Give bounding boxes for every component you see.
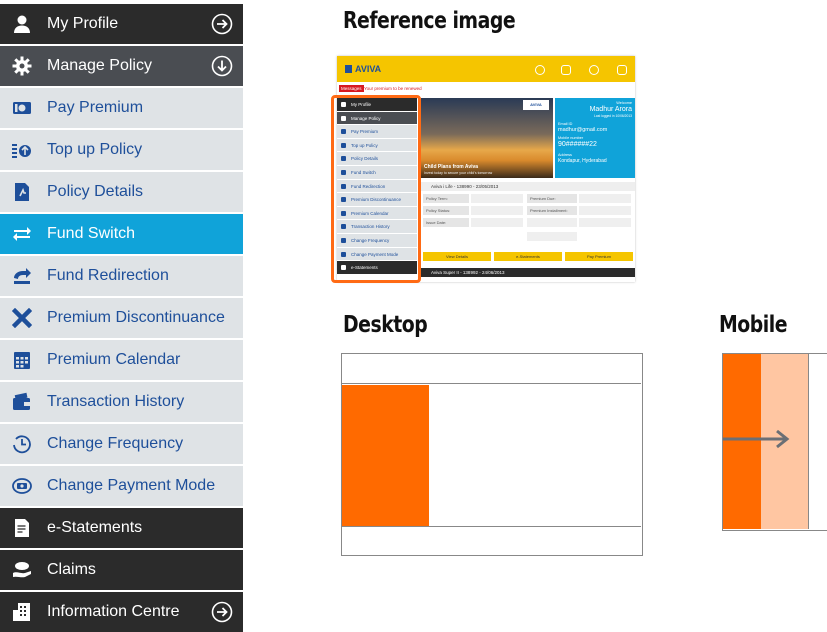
sidebar-item-policy-details[interactable]: Policy Details bbox=[0, 172, 243, 212]
sidebar-item-information-centre[interactable]: Information Centre bbox=[0, 592, 243, 632]
desktop-sidebar-block bbox=[342, 385, 429, 526]
document-icon bbox=[12, 182, 32, 202]
sidebar-item-label: Claims bbox=[47, 561, 96, 578]
aviva-logo: AVIVA bbox=[345, 64, 381, 74]
sidebar-item-top-up-policy[interactable]: Top up Policy bbox=[0, 130, 243, 170]
payment-mode-icon bbox=[12, 476, 32, 496]
desktop-footer-block bbox=[342, 526, 641, 555]
policy-panel: Aviva i Life - 138990 - 23/05/2013 Polic… bbox=[421, 182, 635, 282]
message-text: Your premium to be renewed bbox=[364, 86, 422, 91]
sidebar-item-label: e-Statements bbox=[47, 519, 143, 536]
building-icon bbox=[12, 602, 32, 622]
sidebar-item-label: Transaction History bbox=[47, 393, 185, 410]
redirect-icon bbox=[12, 266, 32, 286]
sidebar-item-label: Manage Policy bbox=[47, 57, 152, 74]
sidebar-item-change-frequency[interactable]: Change Frequency bbox=[0, 424, 243, 464]
policy-title-2: Aviva Super II - 138992 - 24/06/2013 bbox=[421, 268, 635, 277]
gear-icon bbox=[12, 56, 32, 76]
arrow-right-circle-icon[interactable] bbox=[211, 13, 233, 35]
view-details-button: View Details bbox=[423, 252, 491, 261]
sidebar-item-my-profile[interactable]: My Profile bbox=[0, 4, 243, 44]
sidebar-item-label: Premium Calendar bbox=[47, 351, 181, 368]
banner-subtitle: Invest today to secure your child's tomo… bbox=[424, 171, 493, 175]
sidebar-menu: My Profile Manage Policy Pay Premium Top… bbox=[0, 0, 243, 632]
sidebar-item-label: Policy Details bbox=[47, 183, 144, 200]
cash-icon bbox=[12, 98, 32, 118]
clock-icon bbox=[12, 434, 32, 454]
arrow-right-circle-icon[interactable] bbox=[211, 601, 233, 623]
banner-logo: AVIVA bbox=[523, 100, 549, 110]
sidebar-item-label: Change Frequency bbox=[47, 435, 184, 452]
sidebar-item-label: Fund Redirection bbox=[47, 267, 169, 284]
mobile-heading: Mobile bbox=[719, 312, 787, 338]
e-statements-button: e-Statements bbox=[494, 252, 562, 261]
user-icon bbox=[12, 14, 32, 34]
welcome-panel: Welcome Madhur Arora Last logged in 10/0… bbox=[555, 98, 635, 178]
sidebar-item-label: Change Payment Mode bbox=[47, 477, 216, 494]
user-mobile: 90######22 bbox=[558, 141, 597, 148]
pay-premium-button: Pay Premium bbox=[565, 252, 633, 261]
chat-icon bbox=[561, 65, 571, 75]
sidebar-item-label: Premium Discontinuance bbox=[47, 309, 225, 326]
menu-highlight-box bbox=[331, 95, 421, 283]
sidebar-item-pay-premium[interactable]: Pay Premium bbox=[0, 88, 243, 128]
sidebar-item-label: Information Centre bbox=[47, 603, 180, 620]
promo-banner: Child Plans from Aviva Invest today to s… bbox=[421, 98, 553, 178]
banner-title: Child Plans from Aviva bbox=[424, 164, 479, 170]
mobile-layout-diagram bbox=[722, 353, 827, 531]
sidebar-item-change-payment-mode[interactable]: Change Payment Mode bbox=[0, 466, 243, 506]
user-email: madhur@gmail.com bbox=[558, 127, 608, 133]
calendar-icon bbox=[12, 350, 32, 370]
user-name: Madhur Arora bbox=[589, 106, 632, 113]
x-icon bbox=[12, 308, 32, 328]
sidebar-item-premium-calendar[interactable]: Premium Calendar bbox=[0, 340, 243, 380]
top-up-icon bbox=[12, 140, 32, 160]
sidebar-item-transaction-history[interactable]: Transaction History bbox=[0, 382, 243, 422]
wallet-icon bbox=[12, 392, 32, 412]
sidebar-item-manage-policy[interactable]: Manage Policy bbox=[0, 46, 243, 86]
arrow-right-icon bbox=[723, 429, 790, 449]
lock-icon bbox=[617, 65, 627, 75]
sidebar-item-fund-redirection[interactable]: Fund Redirection bbox=[0, 256, 243, 296]
desktop-header-block bbox=[342, 354, 641, 384]
claims-icon bbox=[12, 560, 32, 580]
heart-icon bbox=[535, 65, 545, 75]
arrow-down-circle-icon[interactable] bbox=[211, 55, 233, 77]
desktop-heading: Desktop bbox=[343, 312, 428, 338]
policy-title: Aviva i Life - 138990 - 23/05/2013 bbox=[421, 182, 635, 191]
reference-heading: Reference image bbox=[343, 8, 516, 34]
desktop-layout-diagram bbox=[341, 353, 643, 556]
sidebar-item-premium-discontinuance[interactable]: Premium Discontinuance bbox=[0, 298, 243, 338]
user-address: Kondapur, Hyderabad bbox=[558, 158, 607, 164]
switch-arrows-icon bbox=[12, 224, 32, 244]
sidebar-item-label: Pay Premium bbox=[47, 99, 144, 116]
sidebar-item-label: Fund Switch bbox=[47, 225, 136, 242]
mobile-content-block bbox=[808, 354, 827, 529]
sidebar-item-claims[interactable]: Claims bbox=[0, 550, 243, 590]
sidebar-item-e-statements[interactable]: e-Statements bbox=[0, 508, 243, 548]
sidebar-item-fund-switch[interactable]: Fund Switch bbox=[0, 214, 243, 254]
messages-badge: Messages bbox=[339, 85, 364, 92]
statement-icon bbox=[12, 518, 32, 538]
sidebar-item-label: Top up Policy bbox=[47, 141, 143, 158]
sidebar-item-label: My Profile bbox=[47, 15, 119, 32]
phone-icon bbox=[589, 65, 599, 75]
